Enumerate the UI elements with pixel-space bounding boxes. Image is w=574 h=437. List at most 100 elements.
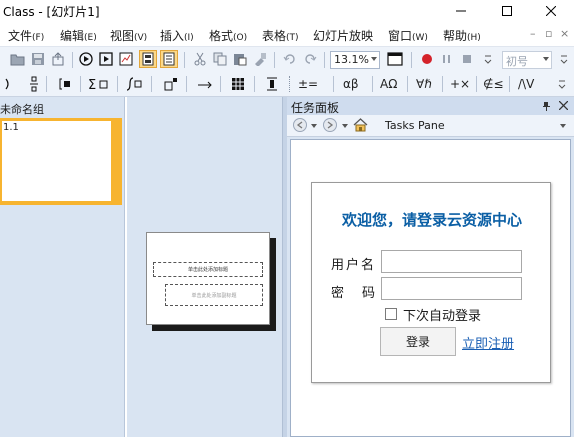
zoom-value: 13.1% <box>334 53 369 66</box>
login-button[interactable]: 登录 <box>380 327 456 356</box>
menu-insert[interactable]: 插入(I) <box>160 27 194 44</box>
mdi-restore-icon[interactable]: ▫ <box>545 27 552 40</box>
matrix-button[interactable] <box>58 76 74 92</box>
menu-format[interactable]: 格式(O) <box>209 27 247 44</box>
export-icon <box>52 52 64 66</box>
fraction-icon <box>30 76 38 92</box>
remember-checkbox[interactable] <box>385 308 397 320</box>
menu-file[interactable]: 文件(F) <box>8 27 44 44</box>
grid-icon <box>232 78 244 90</box>
slide-thumbnail-selected[interactable]: 1.1 <box>0 118 122 205</box>
standard-toolbar: 13.1% 初号 <box>0 46 574 72</box>
slide-page[interactable]: 单击此处添加标题 单击此处添加副标题 <box>146 232 270 325</box>
forward-arrow-icon <box>327 121 334 129</box>
username-input[interactable] <box>381 250 522 273</box>
font-size-select[interactable]: 初号 <box>502 51 552 69</box>
slide-thumbnail[interactable]: 1.1 <box>2 121 111 201</box>
menu-bar: 文件(F) 编辑(E) 视图(V) 插入(I) 格式(O) 表格(T) 幻灯片放… <box>0 24 574 45</box>
symbol-button[interactable]: ΑΩ <box>380 77 397 91</box>
close-button[interactable] <box>528 0 574 22</box>
outline-view-button[interactable] <box>160 50 178 68</box>
menu-slideshow[interactable]: 幻灯片放映 <box>313 27 373 44</box>
open-button[interactable] <box>10 51 26 67</box>
fraction-button[interactable] <box>26 76 42 92</box>
task-pane-header: 任务面板 <box>287 97 574 115</box>
grid-button[interactable] <box>230 76 246 92</box>
logic-button[interactable]: ∀ℏ <box>416 77 432 91</box>
play-button[interactable] <box>78 51 94 67</box>
equation-button[interactable]: ±= <box>298 77 318 91</box>
menu-help[interactable]: 帮助(H) <box>443 27 481 44</box>
menu-label: 帮助 <box>443 29 468 43</box>
chart-button[interactable] <box>118 51 134 67</box>
toolbar-separator <box>46 76 47 92</box>
menu-table[interactable]: 表格(T) <box>262 27 299 44</box>
menu-label: 视图 <box>110 29 135 43</box>
menu-accel: (I) <box>184 33 194 43</box>
mdi-close-icon[interactable]: × <box>560 27 569 40</box>
menu-label: 编辑 <box>60 29 85 43</box>
superscript-button[interactable] <box>163 76 179 92</box>
slide-group-name[interactable]: 未命名组 <box>0 101 44 117</box>
menu-window[interactable]: 窗口(W) <box>388 27 428 44</box>
cut-button[interactable] <box>192 51 208 67</box>
title-placeholder[interactable]: 单击此处添加标题 <box>153 262 263 277</box>
minimize-button[interactable] <box>438 0 484 22</box>
paste-button[interactable] <box>232 51 248 67</box>
integral-button[interactable] <box>127 76 143 92</box>
relation-button[interactable]: ∉≤ <box>483 77 504 91</box>
window-button[interactable] <box>387 51 403 67</box>
menu-label: 表格 <box>262 29 287 43</box>
remember-label[interactable]: 下次自动登录 <box>403 305 481 324</box>
chevron-down-icon[interactable] <box>342 124 348 128</box>
underbar-button[interactable] <box>264 76 280 92</box>
sum-button[interactable]: Σ <box>88 76 110 92</box>
forward-button[interactable] <box>323 118 337 132</box>
pin-icon[interactable] <box>541 101 551 111</box>
register-link[interactable]: 立即注册 <box>462 333 514 352</box>
close-icon[interactable] <box>559 101 568 110</box>
maximize-button[interactable] <box>484 0 530 22</box>
play-slide-button[interactable] <box>98 51 114 67</box>
record-icon <box>422 54 432 64</box>
bracket-button[interactable] <box>0 76 16 92</box>
pause-button[interactable] <box>439 51 455 67</box>
menu-accel: (O) <box>233 33 248 43</box>
task-pane-nav-label[interactable]: Tasks Pane <box>385 119 445 132</box>
operator-button[interactable]: +× <box>450 77 470 91</box>
chevron-down-icon[interactable] <box>311 124 317 128</box>
stop-icon <box>463 55 471 63</box>
mdi-minimize-icon[interactable]: – <box>530 27 536 40</box>
chevron-down-icon <box>371 57 377 61</box>
vector-button[interactable]: /\V <box>518 77 534 91</box>
back-button[interactable] <box>293 118 307 132</box>
normal-view-button[interactable] <box>139 50 157 68</box>
zoom-select[interactable]: 13.1% <box>330 51 380 69</box>
undo-button[interactable] <box>282 51 298 67</box>
stop-button[interactable] <box>459 51 475 67</box>
menu-view[interactable]: 视图(V) <box>110 27 147 44</box>
record-button[interactable] <box>419 51 435 67</box>
menu-edit[interactable]: 编辑(E) <box>60 27 97 44</box>
chevron-down-icon[interactable] <box>560 124 566 128</box>
copy-button[interactable] <box>212 51 228 67</box>
toolbar-grip[interactable] <box>289 76 292 92</box>
outline-view-icon <box>163 52 175 66</box>
password-input[interactable] <box>381 277 522 300</box>
toolbar-options-button[interactable] <box>556 51 572 67</box>
redo-button[interactable] <box>302 51 318 67</box>
save-button[interactable] <box>30 51 46 67</box>
toolbar-separator <box>407 76 408 92</box>
home-icon[interactable] <box>353 118 368 132</box>
menu-label: 窗口 <box>388 29 413 43</box>
bracket-icon <box>5 78 9 90</box>
toolbar-options-button[interactable] <box>480 51 496 67</box>
save-icon <box>32 53 44 65</box>
arrow-button[interactable] <box>197 76 213 92</box>
toolbar-options-button[interactable] <box>554 76 570 92</box>
greek-button[interactable]: αβ <box>343 77 359 91</box>
toolbar-separator <box>476 76 477 92</box>
format-painter-button[interactable] <box>252 51 268 67</box>
export-button[interactable] <box>50 51 66 67</box>
subtitle-placeholder[interactable]: 单击此处添加副标题 <box>165 284 263 306</box>
